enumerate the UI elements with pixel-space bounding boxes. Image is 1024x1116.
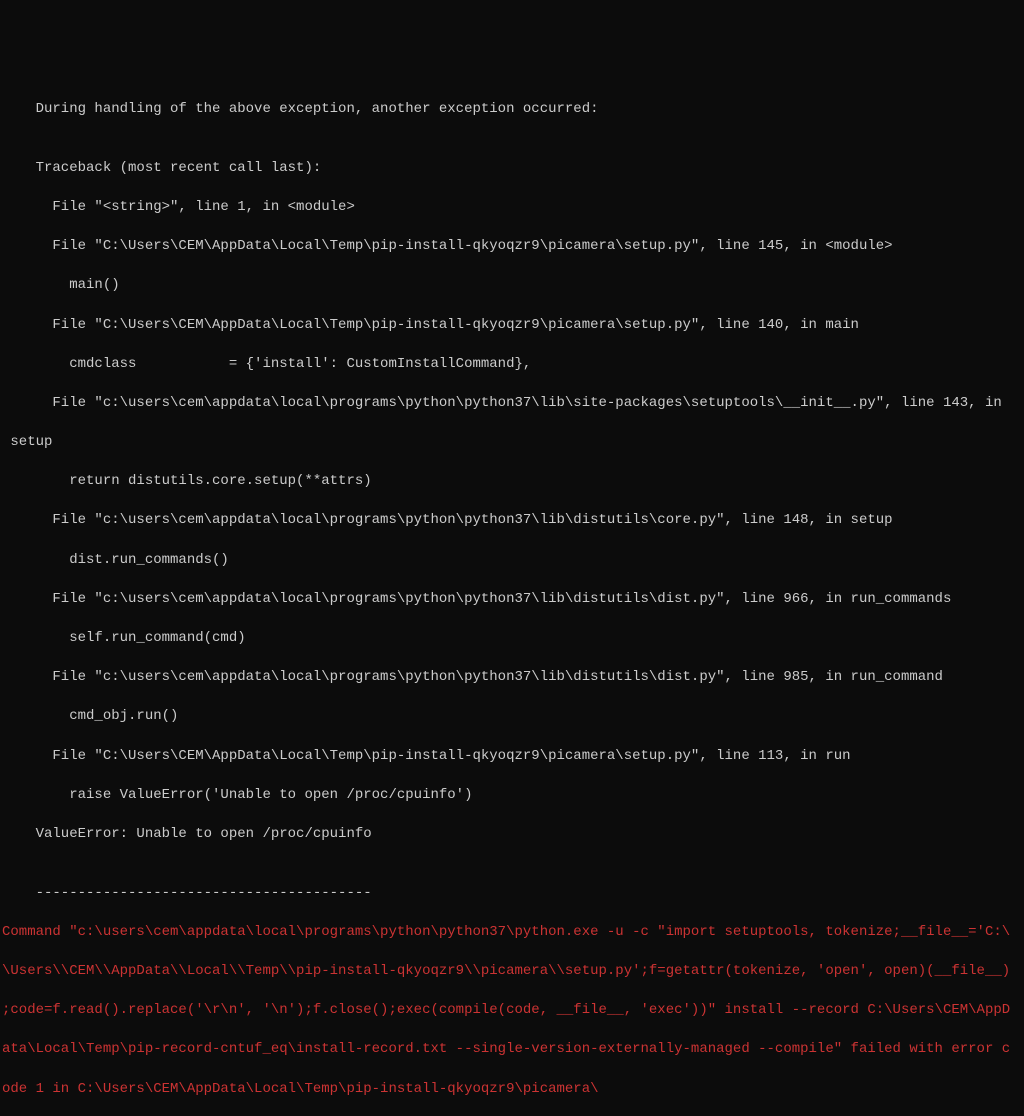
traceback-line: File "C:\Users\CEM\AppData\Local\Temp\pi…: [2, 237, 1024, 257]
error-line: \Users\\CEM\\AppData\\Local\\Temp\\pip-i…: [2, 962, 1024, 982]
traceback-line: File "C:\Users\CEM\AppData\Local\Temp\pi…: [2, 316, 1024, 336]
error-line: Command "c:\users\cem\appdata\local\prog…: [2, 923, 1024, 943]
traceback-line: File "c:\users\cem\appdata\local\program…: [2, 590, 1024, 610]
traceback-line: main(): [2, 276, 1024, 296]
traceback-line: File "C:\Users\CEM\AppData\Local\Temp\pi…: [2, 747, 1024, 767]
traceback-line: self.run_command(cmd): [2, 629, 1024, 649]
traceback-line: File "c:\users\cem\appdata\local\program…: [2, 668, 1024, 688]
error-line: ata\Local\Temp\pip-record-cntuf_eq\insta…: [2, 1040, 1024, 1060]
traceback-line: During handling of the above exception, …: [2, 100, 1024, 120]
terminal-output[interactable]: During handling of the above exception, …: [0, 80, 1024, 1116]
traceback-line: File "c:\users\cem\appdata\local\program…: [2, 511, 1024, 531]
error-line: ;code=f.read().replace('\r\n', '\n');f.c…: [2, 1001, 1024, 1021]
traceback-line: File "c:\users\cem\appdata\local\program…: [2, 394, 1024, 414]
traceback-line: ----------------------------------------: [2, 884, 1024, 904]
traceback-line: raise ValueError('Unable to open /proc/c…: [2, 786, 1024, 806]
traceback-line: setup: [2, 433, 1024, 453]
traceback-line: cmdclass = {'install': CustomInstallComm…: [2, 355, 1024, 375]
traceback-line: dist.run_commands(): [2, 551, 1024, 571]
traceback-line: return distutils.core.setup(**attrs): [2, 472, 1024, 492]
traceback-line: cmd_obj.run(): [2, 707, 1024, 727]
traceback-line: ValueError: Unable to open /proc/cpuinfo: [2, 825, 1024, 845]
traceback-line: File "<string>", line 1, in <module>: [2, 198, 1024, 218]
error-line: ode 1 in C:\Users\CEM\AppData\Local\Temp…: [2, 1080, 1024, 1100]
traceback-line: Traceback (most recent call last):: [2, 159, 1024, 179]
